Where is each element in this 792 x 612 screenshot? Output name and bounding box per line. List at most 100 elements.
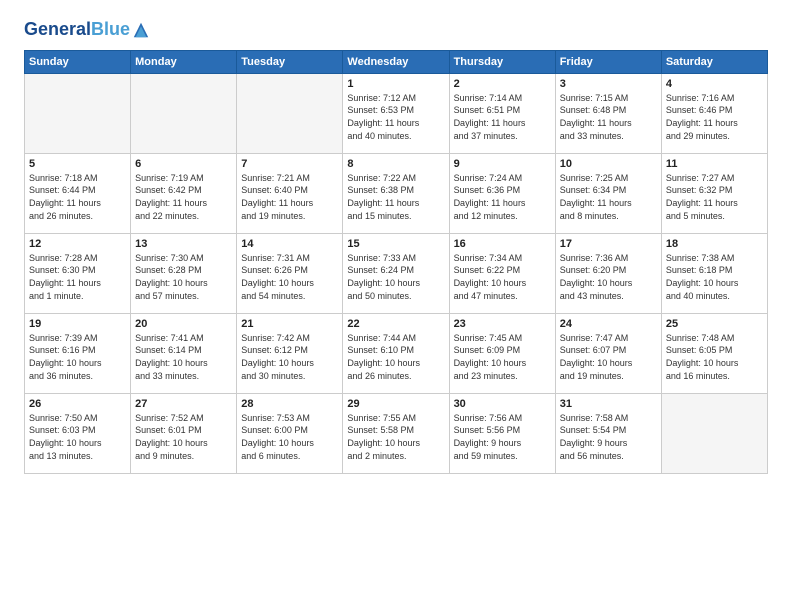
day-info: Sunrise: 7:44 AM Sunset: 6:10 PM Dayligh… xyxy=(347,332,444,382)
calendar-cell: 5 Sunrise: 7:18 AM Sunset: 6:44 PM Daylig… xyxy=(25,153,131,233)
day-number: 7 xyxy=(241,158,338,170)
calendar-cell: 29Sunrise: 7:55 AM Sunset: 5:58 PM Dayli… xyxy=(343,393,449,473)
day-info: Sunrise: 7:34 AM Sunset: 6:22 PM Dayligh… xyxy=(454,252,551,302)
day-info: Sunrise: 7:38 AM Sunset: 6:18 PM Dayligh… xyxy=(666,252,763,302)
week-row-1: 1 Sunrise: 7:12 AM Sunset: 6:53 PM Daylig… xyxy=(25,73,768,153)
calendar-cell: 28 Sunrise: 7:53 AM Sunset: 6:00 PM Dayli… xyxy=(237,393,343,473)
day-number: 25 xyxy=(666,318,763,330)
day-info: Sunrise: 7:45 AM Sunset: 6:09 PM Dayligh… xyxy=(454,332,551,382)
weekday-header-row: SundayMondayTuesdayWednesdayThursdayFrid… xyxy=(25,50,768,73)
calendar-cell: 19 Sunrise: 7:39 AM Sunset: 6:16 PM Dayli… xyxy=(25,313,131,393)
calendar-cell: 21Sunrise: 7:42 AM Sunset: 6:12 PM Dayli… xyxy=(237,313,343,393)
day-info: Sunrise: 7:48 AM Sunset: 6:05 PM Dayligh… xyxy=(666,332,763,382)
day-info: Sunrise: 7:16 AM Sunset: 6:46 PM Dayligh… xyxy=(666,92,763,142)
week-row-2: 5 Sunrise: 7:18 AM Sunset: 6:44 PM Daylig… xyxy=(25,153,768,233)
day-number: 23 xyxy=(454,318,551,330)
day-number: 8 xyxy=(347,158,444,170)
day-info: Sunrise: 7:31 AM Sunset: 6:26 PM Dayligh… xyxy=(241,252,338,302)
week-row-5: 26 Sunrise: 7:50 AM Sunset: 6:03 PM Dayli… xyxy=(25,393,768,473)
day-info: Sunrise: 7:15 AM Sunset: 6:48 PM Dayligh… xyxy=(560,92,657,142)
logo-icon xyxy=(132,21,150,39)
calendar-cell: 15 Sunrise: 7:33 AM Sunset: 6:24 PM Dayli… xyxy=(343,233,449,313)
day-info: Sunrise: 7:19 AM Sunset: 6:42 PM Dayligh… xyxy=(135,172,232,222)
day-number: 28 xyxy=(241,398,338,410)
day-info: Sunrise: 7:21 AM Sunset: 6:40 PM Dayligh… xyxy=(241,172,338,222)
calendar-cell: 8 Sunrise: 7:22 AM Sunset: 6:38 PM Daylig… xyxy=(343,153,449,233)
calendar-cell: 16 Sunrise: 7:34 AM Sunset: 6:22 PM Dayli… xyxy=(449,233,555,313)
calendar-cell: 6 Sunrise: 7:19 AM Sunset: 6:42 PM Daylig… xyxy=(131,153,237,233)
calendar-cell: 22 Sunrise: 7:44 AM Sunset: 6:10 PM Dayli… xyxy=(343,313,449,393)
calendar-cell: 7 Sunrise: 7:21 AM Sunset: 6:40 PM Daylig… xyxy=(237,153,343,233)
weekday-saturday: Saturday xyxy=(661,50,767,73)
day-info: Sunrise: 7:12 AM Sunset: 6:53 PM Dayligh… xyxy=(347,92,444,142)
logo: GeneralBlue xyxy=(24,20,150,40)
day-number: 20 xyxy=(135,318,232,330)
day-number: 1 xyxy=(347,78,444,90)
day-info: Sunrise: 7:22 AM Sunset: 6:38 PM Dayligh… xyxy=(347,172,444,222)
day-info: Sunrise: 7:18 AM Sunset: 6:44 PM Dayligh… xyxy=(29,172,126,222)
calendar-cell: 12Sunrise: 7:28 AM Sunset: 6:30 PM Dayli… xyxy=(25,233,131,313)
weekday-sunday: Sunday xyxy=(25,50,131,73)
calendar-cell: 25 Sunrise: 7:48 AM Sunset: 6:05 PM Dayli… xyxy=(661,313,767,393)
day-info: Sunrise: 7:36 AM Sunset: 6:20 PM Dayligh… xyxy=(560,252,657,302)
day-number: 2 xyxy=(454,78,551,90)
day-info: Sunrise: 7:52 AM Sunset: 6:01 PM Dayligh… xyxy=(135,412,232,462)
calendar-cell: 18 Sunrise: 7:38 AM Sunset: 6:18 PM Dayli… xyxy=(661,233,767,313)
weekday-wednesday: Wednesday xyxy=(343,50,449,73)
calendar-cell: 1 Sunrise: 7:12 AM Sunset: 6:53 PM Daylig… xyxy=(343,73,449,153)
week-row-4: 19 Sunrise: 7:39 AM Sunset: 6:16 PM Dayli… xyxy=(25,313,768,393)
day-info: Sunrise: 7:55 AM Sunset: 5:58 PM Dayligh… xyxy=(347,412,444,462)
day-number: 14 xyxy=(241,238,338,250)
calendar-cell xyxy=(25,73,131,153)
calendar-cell xyxy=(237,73,343,153)
day-number: 17 xyxy=(560,238,657,250)
day-info: Sunrise: 7:25 AM Sunset: 6:34 PM Dayligh… xyxy=(560,172,657,222)
page: GeneralBlue SundayMondayTuesdayWednesday… xyxy=(0,0,792,612)
day-info: Sunrise: 7:56 AM Sunset: 5:56 PM Dayligh… xyxy=(454,412,551,462)
day-number: 11 xyxy=(666,158,763,170)
calendar-cell: 24Sunrise: 7:47 AM Sunset: 6:07 PM Dayli… xyxy=(555,313,661,393)
day-number: 19 xyxy=(29,318,126,330)
day-info: Sunrise: 7:27 AM Sunset: 6:32 PM Dayligh… xyxy=(666,172,763,222)
day-number: 22 xyxy=(347,318,444,330)
calendar-cell: 17 Sunrise: 7:36 AM Sunset: 6:20 PM Dayli… xyxy=(555,233,661,313)
weekday-thursday: Thursday xyxy=(449,50,555,73)
day-info: Sunrise: 7:53 AM Sunset: 6:00 PM Dayligh… xyxy=(241,412,338,462)
day-number: 6 xyxy=(135,158,232,170)
day-number: 12 xyxy=(29,238,126,250)
calendar-cell xyxy=(131,73,237,153)
day-number: 18 xyxy=(666,238,763,250)
day-info: Sunrise: 7:50 AM Sunset: 6:03 PM Dayligh… xyxy=(29,412,126,462)
calendar-cell: 20 Sunrise: 7:41 AM Sunset: 6:14 PM Dayli… xyxy=(131,313,237,393)
calendar-cell: 30 Sunrise: 7:56 AM Sunset: 5:56 PM Dayli… xyxy=(449,393,555,473)
week-row-3: 12Sunrise: 7:28 AM Sunset: 6:30 PM Dayli… xyxy=(25,233,768,313)
day-info: Sunrise: 7:47 AM Sunset: 6:07 PM Dayligh… xyxy=(560,332,657,382)
day-info: Sunrise: 7:42 AM Sunset: 6:12 PM Dayligh… xyxy=(241,332,338,382)
day-info: Sunrise: 7:14 AM Sunset: 6:51 PM Dayligh… xyxy=(454,92,551,142)
calendar-cell: 13Sunrise: 7:30 AM Sunset: 6:28 PM Dayli… xyxy=(131,233,237,313)
calendar-cell: 9Sunrise: 7:24 AM Sunset: 6:36 PM Daylig… xyxy=(449,153,555,233)
calendar-cell: 2 Sunrise: 7:14 AM Sunset: 6:51 PM Daylig… xyxy=(449,73,555,153)
day-number: 3 xyxy=(560,78,657,90)
calendar-cell: 14 Sunrise: 7:31 AM Sunset: 6:26 PM Dayli… xyxy=(237,233,343,313)
day-info: Sunrise: 7:24 AM Sunset: 6:36 PM Dayligh… xyxy=(454,172,551,222)
day-number: 4 xyxy=(666,78,763,90)
day-info: Sunrise: 7:33 AM Sunset: 6:24 PM Dayligh… xyxy=(347,252,444,302)
header: GeneralBlue xyxy=(24,20,768,40)
day-number: 5 xyxy=(29,158,126,170)
day-number: 16 xyxy=(454,238,551,250)
calendar-cell: 26 Sunrise: 7:50 AM Sunset: 6:03 PM Dayli… xyxy=(25,393,131,473)
day-info: Sunrise: 7:41 AM Sunset: 6:14 PM Dayligh… xyxy=(135,332,232,382)
day-number: 26 xyxy=(29,398,126,410)
calendar-cell xyxy=(661,393,767,473)
day-number: 13 xyxy=(135,238,232,250)
day-number: 30 xyxy=(454,398,551,410)
calendar-cell: 31Sunrise: 7:58 AM Sunset: 5:54 PM Dayli… xyxy=(555,393,661,473)
calendar-cell: 4 Sunrise: 7:16 AM Sunset: 6:46 PM Daylig… xyxy=(661,73,767,153)
calendar-cell: 10Sunrise: 7:25 AM Sunset: 6:34 PM Dayli… xyxy=(555,153,661,233)
day-number: 15 xyxy=(347,238,444,250)
day-info: Sunrise: 7:39 AM Sunset: 6:16 PM Dayligh… xyxy=(29,332,126,382)
day-number: 27 xyxy=(135,398,232,410)
calendar-cell: 23 Sunrise: 7:45 AM Sunset: 6:09 PM Dayli… xyxy=(449,313,555,393)
day-number: 31 xyxy=(560,398,657,410)
